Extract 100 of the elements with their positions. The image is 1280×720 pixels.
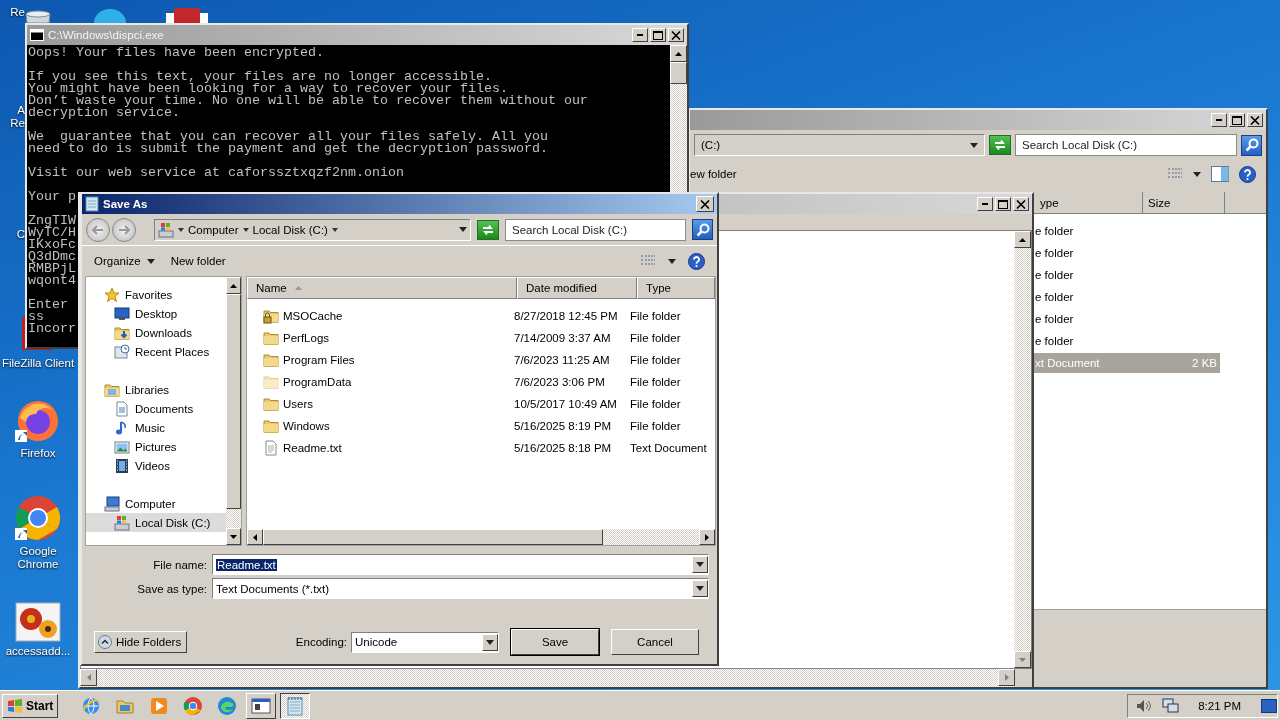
scroll-up-button[interactable] [670, 45, 687, 62]
scroll-down-button[interactable] [1014, 651, 1031, 668]
scroll-left-button[interactable] [80, 669, 97, 686]
file-name[interactable]: Windows [283, 420, 330, 432]
show-desktop-button[interactable] [1261, 698, 1277, 713]
search-button[interactable] [1241, 134, 1262, 156]
file-row[interactable]: e folder [1032, 287, 1220, 307]
scroll-left-button[interactable] [247, 529, 263, 545]
list-view-icon [1167, 167, 1183, 181]
right-arrow-icon [705, 533, 709, 541]
clock[interactable]: 8:21 PM [1190, 699, 1251, 712]
file-name[interactable]: Users [283, 398, 314, 410]
folder-icon [263, 418, 279, 434]
address-bar[interactable]: (C:) [694, 134, 985, 156]
scroll-right-button[interactable] [699, 529, 715, 545]
refresh-button[interactable] [477, 219, 499, 240]
desktop-icon-label[interactable]: Re [10, 6, 25, 19]
encoding-dropdown[interactable]: Unicode [351, 631, 499, 653]
new-folder-button[interactable]: New folder [170, 255, 226, 267]
close-icon [671, 30, 681, 40]
file-row[interactable]: e folder [1032, 243, 1220, 263]
type-cell-text: File folder [629, 376, 681, 388]
nav-item[interactable]: Favorites [86, 285, 226, 304]
column-header[interactable]: Type [637, 277, 715, 299]
locked-folder-icon [263, 308, 279, 324]
console-line: RMBPjL [28, 263, 76, 275]
file-row[interactable]: e folder [1032, 265, 1220, 285]
column-header[interactable]: Size [1143, 192, 1225, 213]
date-cell-text: 8/27/2018 12:45 PM [513, 310, 619, 322]
column-header[interactable]: Name [247, 277, 517, 299]
file-row[interactable]: e folder [1032, 309, 1220, 329]
file-name[interactable]: Program Files [283, 354, 355, 366]
help-button[interactable] [688, 252, 705, 270]
caret-icon [459, 227, 467, 232]
refresh-icon [993, 139, 1007, 151]
dropdown-button[interactable] [692, 580, 708, 597]
scroll-right-button[interactable] [998, 669, 1015, 686]
collapse-icon [98, 635, 112, 649]
column-header[interactable]: ype [1035, 192, 1143, 213]
date-cell-text: 10/5/2017 10:49 AM [513, 398, 618, 410]
nav-item[interactable]: Local Disk (C:) [86, 513, 226, 532]
film-icon [114, 457, 130, 474]
file-name[interactable]: ProgramData [283, 376, 352, 388]
date-cell-text: 5/16/2025 8:19 PM [513, 420, 613, 432]
folder-icon [263, 330, 279, 346]
desktop-icon-label[interactable]: accessadd... [5, 645, 71, 658]
nav-item[interactable]: Desktop [86, 304, 226, 323]
flower-picture-icon [15, 602, 61, 642]
chrome-icon [14, 494, 62, 542]
search-field[interactable]: Search Local Disk (C:) [505, 218, 686, 241]
close-button[interactable] [696, 196, 714, 212]
search-field[interactable]: Search Local Disk (C:) [1015, 134, 1237, 156]
back-button[interactable] [86, 217, 110, 242]
scroll-up-button[interactable] [226, 277, 241, 294]
console-line: IKxoFc [28, 239, 76, 251]
nav-item[interactable]: Libraries [86, 380, 226, 399]
console-icon [30, 29, 44, 41]
file-name[interactable]: MSOCache [283, 310, 343, 322]
file-name-field[interactable]: Readme.txt [212, 554, 709, 575]
file-name[interactable]: PerfLogs [283, 332, 330, 344]
nav-item[interactable]: Recent Places [86, 342, 226, 361]
cancel-button[interactable]: Cancel [611, 629, 699, 655]
new-folder-button[interactable]: ew folder [690, 168, 737, 180]
address-bar[interactable]: Computer Local Disk (C:) [154, 218, 471, 241]
desktop-icon-label[interactable]: A Re [10, 104, 25, 130]
nav-item[interactable]: Music [86, 418, 226, 437]
forward-button[interactable] [112, 217, 136, 242]
nav-item[interactable]: Computer [86, 494, 226, 513]
scroll-up-button[interactable] [1014, 231, 1031, 248]
desktop-icon-label[interactable]: Firefox [20, 447, 56, 460]
save-button[interactable]: Save [511, 629, 599, 655]
desktop-icon-label[interactable]: Google Chrome [17, 545, 59, 571]
nav-item[interactable]: Documents [86, 399, 226, 418]
type-cell-text: File folder [629, 354, 681, 366]
dropdown-button[interactable] [482, 633, 498, 651]
file-name[interactable]: Readme.txt [283, 442, 342, 454]
file-type-dropdown[interactable]: Text Documents (*.txt) [212, 578, 709, 599]
file-row[interactable]: e folder [1032, 221, 1220, 241]
nav-item[interactable]: Pictures [86, 437, 226, 456]
picture-icon [114, 438, 130, 455]
start-button[interactable]: Start [2, 693, 59, 718]
search-button[interactable] [692, 219, 713, 240]
scroll-down-button[interactable] [226, 528, 241, 545]
organize-button[interactable]: Organize [94, 255, 155, 267]
preview-pane-button[interactable] [1211, 166, 1229, 182]
computer-icon [104, 495, 120, 512]
taskbar-app-button[interactable] [280, 692, 311, 719]
down-arrow-icon [230, 534, 237, 539]
nav-item[interactable]: Videos [86, 456, 226, 475]
desktop-icon-label[interactable]: C [16, 228, 25, 241]
hide-folders-button[interactable]: Hide Folders [94, 631, 188, 653]
folder-icon [263, 396, 279, 412]
desktop-icon-label[interactable]: FileZilla Client [1, 357, 75, 370]
help-button[interactable] [1239, 165, 1256, 183]
refresh-button[interactable] [989, 135, 1011, 155]
network-icon [1162, 697, 1181, 714]
column-header[interactable]: Date modified [517, 277, 637, 299]
dropdown-button[interactable] [692, 556, 708, 573]
nav-item[interactable]: Downloads [86, 323, 226, 342]
file-row[interactable]: e folder [1032, 331, 1220, 351]
